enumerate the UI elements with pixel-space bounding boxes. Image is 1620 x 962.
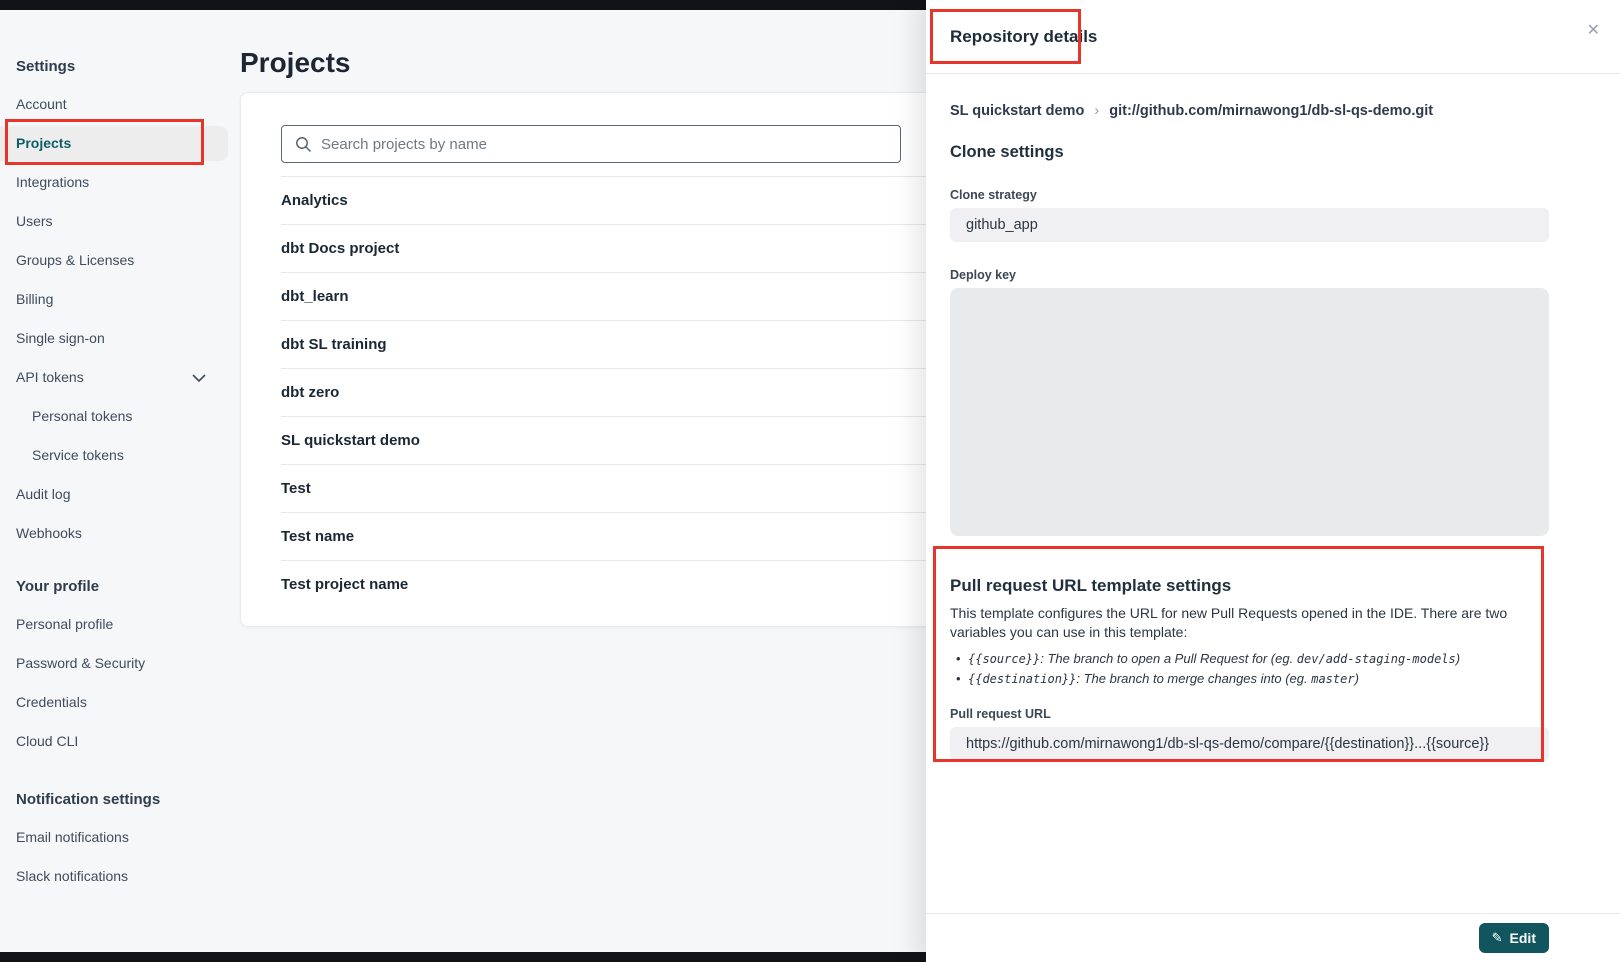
sidebar-item-account[interactable]: Account (16, 85, 240, 124)
pull-request-url-label: Pull request URL (950, 707, 1549, 721)
clone-strategy-field: github_app (950, 208, 1549, 242)
sidebar-item-integrations[interactable]: Integrations (16, 163, 240, 202)
pr-variable-item: {{source}}: The branch to open a Pull Re… (968, 649, 1549, 669)
close-icon[interactable]: ✕ (1587, 23, 1600, 39)
breadcrumb: SL quickstart demo › git://github.com/mirn… (950, 102, 1549, 119)
sidebar-item-email-notifications[interactable]: Email notifications (16, 818, 240, 857)
repository-details-drawer: Repository details ✕ SL quickstart demo ›… (926, 0, 1620, 962)
pr-template-heading: Pull request URL template settings (950, 576, 1549, 596)
sidebar-item-personal-profile[interactable]: Personal profile (16, 605, 240, 644)
drawer-footer: ✎ Edit (926, 913, 1620, 962)
deploy-key-field (950, 288, 1549, 536)
search-input[interactable] (319, 126, 893, 162)
sidebar-item-cloud-cli[interactable]: Cloud CLI (16, 722, 240, 761)
sidebar-heading-your-profile: Your profile (16, 577, 240, 597)
edit-button-label: Edit (1510, 930, 1536, 946)
sidebar-item-personal-tokens[interactable]: Personal tokens (16, 397, 240, 436)
pr-template-variables: {{source}}: The branch to open a Pull Re… (950, 649, 1549, 689)
sidebar-item-single-sign-on[interactable]: Single sign-on (16, 319, 240, 358)
sidebar-item-credentials[interactable]: Credentials (16, 683, 240, 722)
search-icon (295, 136, 312, 153)
sidebar-item-webhooks[interactable]: Webhooks (16, 514, 240, 553)
bottom-black-bar (0, 952, 926, 962)
settings-nav: Account Projects Integrations Users Grou… (16, 85, 240, 553)
edit-button[interactable]: ✎ Edit (1479, 923, 1549, 953)
breadcrumb-project[interactable]: SL quickstart demo (950, 103, 1084, 119)
sidebar-heading-notification-settings: Notification settings (16, 790, 240, 810)
sidebar-item-users[interactable]: Users (16, 202, 240, 241)
drawer-header: Repository details ✕ (926, 0, 1620, 74)
drawer-title: Repository details (950, 27, 1097, 47)
pr-template-section: Pull request URL template settings This … (950, 576, 1549, 761)
sidebar-item-api-tokens[interactable]: API tokens (16, 358, 240, 397)
pencil-icon: ✎ (1492, 930, 1503, 946)
breadcrumb-repo-url: git://github.com/mirnawong1/db-sl-qs-dem… (1109, 103, 1433, 119)
pull-request-url-field: https://github.com/mirnawong1/db-sl-qs-d… (950, 727, 1549, 761)
settings-sidebar: Settings Account Projects Integrations U… (0, 10, 240, 896)
sidebar-item-slack-notifications[interactable]: Slack notifications (16, 857, 240, 896)
chevron-down-icon (192, 374, 206, 382)
top-black-bar (0, 0, 926, 10)
clone-strategy-label: Clone strategy (950, 188, 1549, 202)
pr-template-description: This template configures the URL for new… (950, 604, 1546, 643)
page: Settings Account Projects Integrations U… (0, 0, 1620, 962)
deploy-key-label: Deploy key (950, 268, 1549, 282)
sidebar-item-service-tokens[interactable]: Service tokens (16, 436, 240, 475)
profile-nav: Personal profile Password & Security Cre… (16, 605, 240, 761)
search-box (281, 125, 901, 163)
sidebar-item-groups-licenses[interactable]: Groups & Licenses (16, 241, 240, 280)
sidebar-item-billing[interactable]: Billing (16, 280, 240, 319)
pr-variable-item: {{destination}}: The branch to merge cha… (968, 669, 1549, 689)
breadcrumb-separator-icon: › (1094, 102, 1099, 119)
clone-settings-heading: Clone settings (950, 143, 1549, 162)
drawer-body: SL quickstart demo › git://github.com/mirn… (926, 74, 1620, 913)
sidebar-item-audit-log[interactable]: Audit log (16, 475, 240, 514)
notifications-nav: Email notifications Slack notifications (16, 818, 240, 896)
sidebar-item-projects[interactable]: Projects (16, 124, 240, 163)
sidebar-item-password-security[interactable]: Password & Security (16, 644, 240, 683)
sidebar-heading-settings: Settings (16, 57, 240, 77)
